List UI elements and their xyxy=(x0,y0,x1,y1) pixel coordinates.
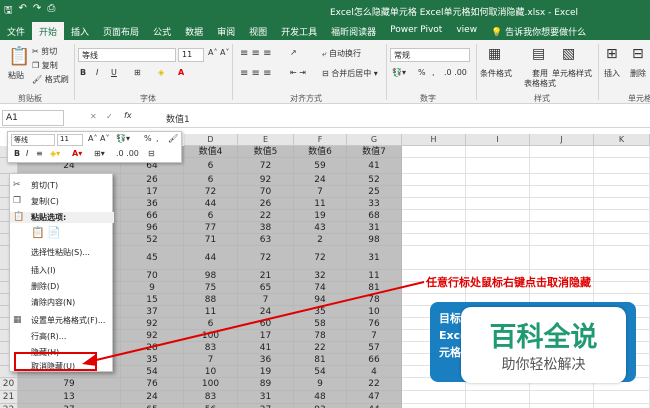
annotation-text: 任意行标处鼠标右键点击取消隐藏 xyxy=(426,276,591,289)
baike-logo: 百科全说 助你轻松解决 xyxy=(461,307,626,383)
logo-subtitle: 助你轻松解决 xyxy=(501,357,586,373)
logo-title: 百科全说 xyxy=(489,322,598,353)
